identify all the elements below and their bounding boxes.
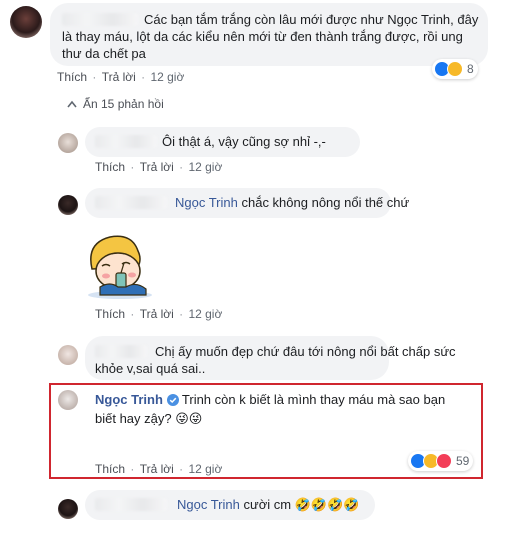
- reaction-count: 59: [456, 454, 470, 468]
- reply-avatar[interactable]: [58, 499, 78, 519]
- hide-replies-label: Ẩn 15 phản hồi: [83, 97, 164, 111]
- reply-text: Ôi thật á, vậy cũng sợ nhỉ -,-: [162, 134, 326, 149]
- reply-avatar[interactable]: [58, 195, 78, 215]
- redacted-username: [62, 13, 138, 26]
- reply-actions: Thích · Trả lời · 12 giờ: [95, 462, 223, 476]
- reaction-count: 8: [467, 62, 474, 76]
- chevron-up-icon: [67, 97, 77, 111]
- tagged-user[interactable]: Ngọc Trinh: [175, 195, 238, 210]
- reply-link[interactable]: Trả lời: [140, 462, 174, 476]
- reply-text: Ngọc Trinh cười cm 🤣🤣🤣🤣: [177, 496, 359, 513]
- reply-author[interactable]: Ngọc Trinh: [95, 392, 163, 407]
- reply-text-line1: Chị ấy muốn đẹp chứ đâu tới nông nổi bất…: [155, 344, 456, 359]
- reply-text: Ngọc Trinh chắc không nông nổi thế chứ: [175, 194, 409, 211]
- reaction-summary[interactable]: 59: [408, 451, 474, 471]
- verified-badge-icon: [166, 393, 179, 410]
- timestamp[interactable]: 12 giờ: [150, 70, 184, 84]
- reply-avatar[interactable]: [58, 133, 78, 153]
- love-reaction-icon: [436, 453, 452, 469]
- redacted-username: [95, 135, 157, 148]
- hide-replies-toggle[interactable]: Ẩn 15 phản hồi: [67, 97, 164, 111]
- reply-link[interactable]: Trả lời: [140, 307, 174, 321]
- reply-avatar[interactable]: [58, 390, 78, 410]
- comment-text-line3: thư da chết pa: [62, 46, 146, 61]
- emoji: 😜😜: [175, 411, 203, 426]
- haha-reaction-icon: [447, 61, 463, 77]
- reply-actions: Thích · Trả lời · 12 giờ: [95, 160, 223, 174]
- like-link[interactable]: Thích: [95, 160, 125, 174]
- tagged-user[interactable]: Ngọc Trinh: [177, 497, 240, 512]
- like-link[interactable]: Thích: [57, 70, 87, 84]
- redacted-username: [95, 498, 167, 511]
- comment-actions: Thích · Trả lời · 12 giờ: [57, 70, 185, 84]
- reply-text-body: cười cm: [239, 497, 292, 512]
- reply-link[interactable]: Trả lời: [140, 160, 174, 174]
- timestamp[interactable]: 12 giờ: [188, 307, 222, 321]
- redacted-username: [95, 196, 167, 209]
- timestamp[interactable]: 12 giờ: [188, 462, 222, 476]
- comment-text-line1: Các bạn tắm trắng còn lâu mới được như N…: [144, 12, 479, 27]
- reply-text-line2: biết hay zậy? 😜😜: [95, 411, 203, 426]
- like-link[interactable]: Thích: [95, 307, 125, 321]
- commenter-avatar[interactable]: [10, 6, 42, 38]
- emoji: 🤣🤣🤣🤣: [294, 497, 360, 512]
- reply-link[interactable]: Trả lời: [102, 70, 136, 84]
- boy-drinking-sticker: [80, 229, 158, 301]
- comment-text-line2: là thay máu, lột da các kiểu nên mới từ …: [62, 29, 463, 44]
- reply-avatar[interactable]: [58, 345, 78, 365]
- timestamp[interactable]: 12 giờ: [188, 160, 222, 174]
- like-link[interactable]: Thích: [95, 462, 125, 476]
- reply-text-line1: Ngọc Trinh Trinh còn k biết là mình thay…: [95, 391, 445, 410]
- reply-text-body: Trinh còn k biết là mình thay máu mà sao…: [181, 392, 446, 407]
- redacted-username: [95, 345, 147, 358]
- reaction-summary[interactable]: 8: [432, 59, 478, 79]
- reply-text-line2: khỏe v,sai quá sai..: [95, 361, 206, 376]
- reply-text-body: chắc không nông nổi thế chứ: [237, 195, 410, 210]
- reply-actions: Thích · Trả lời · 12 giờ: [95, 307, 223, 321]
